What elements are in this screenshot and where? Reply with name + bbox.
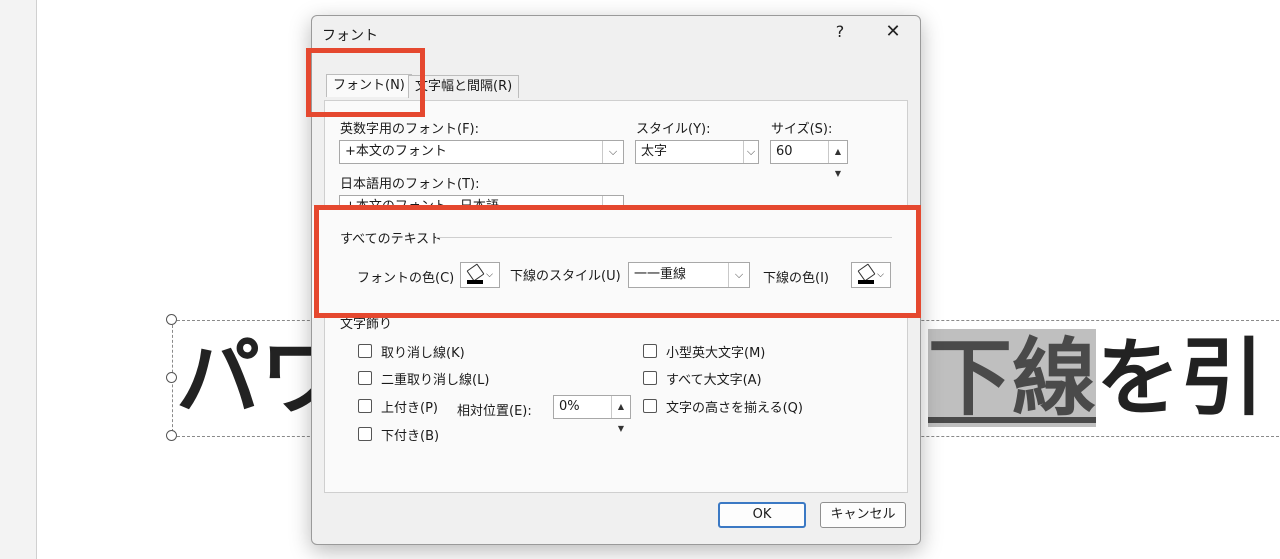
small-caps-label: 小型英大文字(M) xyxy=(666,346,766,361)
subscript-label: 下付き(B) xyxy=(381,429,440,444)
style-value: 太字 xyxy=(641,144,668,159)
highlight-box-tab xyxy=(306,48,425,117)
offset-value: 0% xyxy=(559,399,580,414)
size-label: サイズ(S): xyxy=(771,122,833,137)
equalize-height-checkbox[interactable] xyxy=(643,399,657,413)
equalize-height-label: 文字の高さを揃える(Q) xyxy=(666,401,803,416)
spin-down-icon[interactable]: ▼ xyxy=(835,163,841,185)
style-combo[interactable]: 太字 ⌵ xyxy=(635,140,759,164)
all-caps-label: すべて大文字(A) xyxy=(666,373,762,388)
superscript-checkbox[interactable] xyxy=(358,399,372,413)
chevron-down-icon[interactable]: ⌵ xyxy=(743,141,758,163)
offset-spinner[interactable]: 0% ▲ ▼ xyxy=(553,395,631,433)
spin-buttons[interactable]: ▲ ▼ xyxy=(828,141,847,178)
size-spinner[interactable]: 60 ▲ ▼ xyxy=(770,140,848,178)
strikethrough-checkbox[interactable] xyxy=(358,344,372,358)
tab-character-spacing-label: 文字幅と間隔(R) xyxy=(415,79,513,94)
superscript-label: 上付き(P) xyxy=(381,401,438,416)
double-strikethrough-checkbox[interactable] xyxy=(358,371,372,385)
latin-font-combo[interactable]: +本文のフォント ⌵ xyxy=(339,140,624,164)
slide-thumbnail-strip xyxy=(0,0,37,559)
dialog-title: フォント xyxy=(322,28,378,44)
slide-text-selected: 下線を引 xyxy=(928,329,1264,427)
cancel-button[interactable]: キャンセル xyxy=(820,502,906,528)
spin-up-icon[interactable]: ▲ xyxy=(618,396,624,418)
highlight-box-all-text xyxy=(314,205,921,318)
close-button[interactable]: ✕ xyxy=(883,21,903,42)
chevron-down-icon[interactable]: ⌵ xyxy=(602,141,623,163)
subscript-checkbox[interactable] xyxy=(358,427,372,441)
style-label: スタイル(Y): xyxy=(636,122,711,137)
resize-handle[interactable] xyxy=(166,430,177,441)
asian-font-label: 日本語用のフォント(T): xyxy=(340,177,480,192)
resize-handle[interactable] xyxy=(166,314,177,325)
spin-down-icon[interactable]: ▼ xyxy=(618,418,624,440)
latin-font-label: 英数字用のフォント(F): xyxy=(340,122,480,137)
strikethrough-label: 取り消し線(K) xyxy=(381,346,465,361)
all-caps-checkbox[interactable] xyxy=(643,371,657,385)
small-caps-checkbox[interactable] xyxy=(643,344,657,358)
ok-button[interactable]: OK xyxy=(718,502,806,528)
help-button[interactable]: ? xyxy=(830,22,850,41)
latin-font-value: +本文のフォント xyxy=(345,144,447,159)
spin-buttons[interactable]: ▲ ▼ xyxy=(611,396,630,433)
double-strikethrough-label: 二重取り消し線(L) xyxy=(381,373,490,388)
offset-label: 相対位置(E): xyxy=(457,404,532,419)
spin-up-icon[interactable]: ▲ xyxy=(835,141,841,163)
slide-text-highlight: 下線 xyxy=(928,329,1097,427)
size-value: 60 xyxy=(776,144,793,159)
slide-text-after: を引 xyxy=(1096,329,1265,427)
